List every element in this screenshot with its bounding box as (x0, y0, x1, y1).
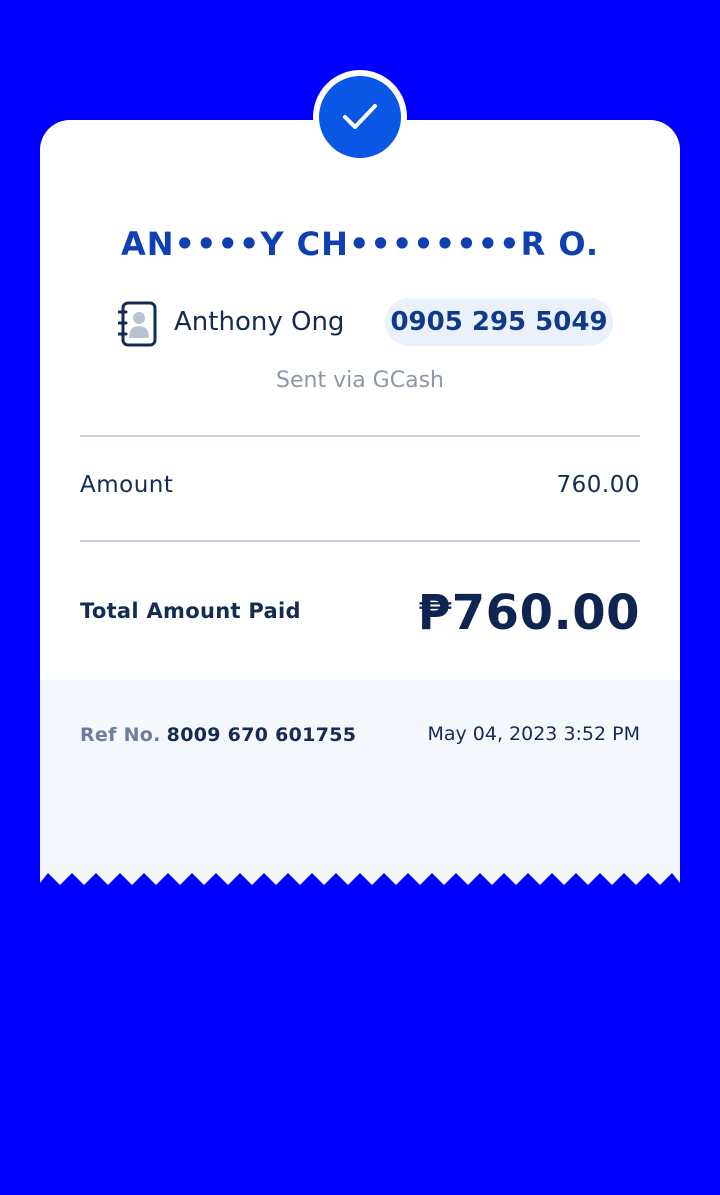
divider (80, 435, 640, 437)
recipient-contact-row: Anthony Ong 0905 295 5049 (40, 298, 680, 348)
recipient-phone-pill: 0905 295 5049 (385, 298, 613, 346)
zigzag-edge (40, 680, 680, 885)
check-icon (343, 104, 377, 129)
receipt-footer (40, 680, 680, 890)
recipient-masked-name: AN••••Y CH••••••••R O. (121, 225, 599, 263)
total-amount-value: ₱760.00 (417, 585, 640, 641)
reference-value: 8009 670 601755 (166, 724, 357, 746)
total-amount-label: Total Amount Paid (80, 599, 301, 623)
reference-number: Ref No. 8009 670 601755 (80, 724, 356, 746)
divider (80, 540, 640, 542)
receipt-body: AN••••Y CH••••••••R O. Anthony Ong 0905 … (40, 70, 680, 680)
contact-book-icon (118, 301, 157, 347)
contact-name: Anthony Ong (174, 307, 345, 337)
sent-via-label: Sent via GCash (276, 368, 444, 393)
transaction-receipt: AN••••Y CH••••••••R O. Anthony Ong 0905 … (40, 70, 680, 890)
amount-value: 760.00 (556, 472, 640, 498)
reference-label: Ref No. (80, 724, 161, 746)
transaction-datetime: May 04, 2023 3:52 PM (427, 723, 640, 745)
success-badge (313, 70, 407, 164)
amount-label: Amount (80, 472, 174, 498)
